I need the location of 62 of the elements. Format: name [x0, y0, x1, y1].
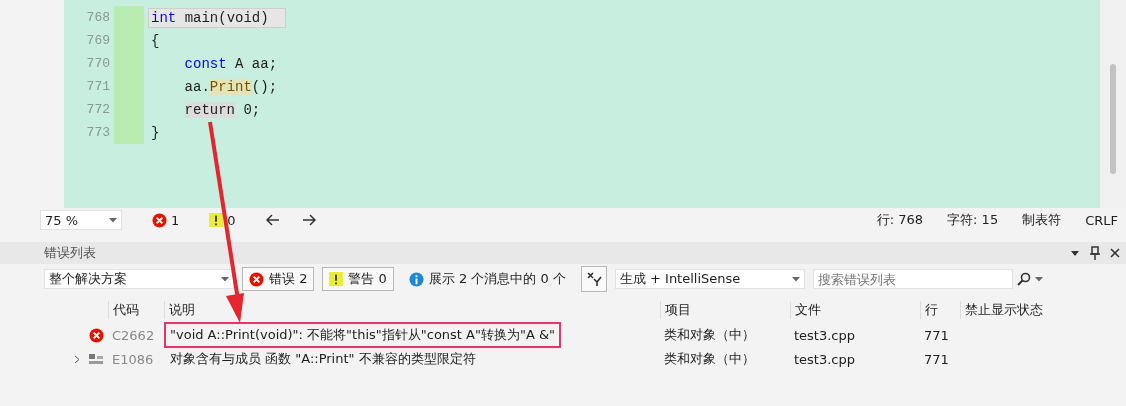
line-number: 773 — [85, 125, 110, 140]
table-cell-text: 类和对象（中） — [663, 326, 756, 344]
table-cell-text: 类和对象（中） — [663, 350, 756, 368]
filter-button[interactable]: 错误 2 — [242, 267, 315, 291]
forward-arrow-icon[interactable] — [301, 214, 316, 226]
pin-icon[interactable] — [1090, 246, 1100, 260]
warning-count[interactable]: 0 — [227, 212, 236, 228]
char-position: 字符: 15 — [947, 211, 999, 229]
column-header[interactable]: 代码 — [108, 301, 164, 319]
source-dropdown[interactable]: 生成 + IntelliSense — [614, 269, 805, 289]
table-cell: "void A::Print(void)": 不能将"this"指针从"const A"转换为"A &" — [164, 322, 562, 348]
line-number: 768 — [85, 10, 110, 25]
line-ending: CRLF — [1085, 212, 1118, 228]
code-line: } — [150, 123, 161, 143]
change-marker — [114, 6, 144, 29]
scope-dropdown[interactable]: 整个解决方案 — [44, 269, 234, 289]
panel-title: 错误列表 — [44, 244, 96, 262]
table-cell-text: 对象含有与成员 函数 "A::Print" 不兼容的类型限定符 — [169, 350, 477, 368]
column-header[interactable]: 项目 — [660, 301, 790, 319]
back-arrow-icon[interactable] — [265, 214, 280, 226]
table-cell-text: 771 — [923, 351, 950, 367]
error-icon — [152, 212, 167, 228]
filter-button[interactable]: 展示 2 个消息中的 0 个 — [401, 267, 573, 291]
caret-icon[interactable] — [791, 276, 800, 282]
change-marker — [114, 121, 144, 144]
table-cell-text: C2662 — [111, 327, 156, 343]
filter-button[interactable]: 警告 0 — [322, 267, 394, 291]
table-cell-text: 771 — [923, 327, 950, 343]
warning-icon — [209, 213, 224, 227]
column-header[interactable]: 行 — [920, 301, 960, 319]
column-header[interactable]: 禁止显示状态 — [960, 301, 1100, 319]
filter-toggle-button[interactable] — [580, 266, 607, 292]
caret-icon[interactable] — [109, 217, 117, 223]
table-cell-text: test3.cpp — [793, 327, 857, 343]
error-icon — [89, 327, 104, 343]
line-number: 770 — [85, 56, 110, 71]
filter-icon — [585, 271, 602, 287]
code-area[interactable]: 768 int main(void) 769 { 770 const A aa; 771 aa.Print(); 772 return 0; 773 } — [64, 0, 1100, 208]
line-number: 769 — [85, 33, 110, 48]
tool-icon — [88, 352, 104, 366]
column-header[interactable]: 文件 — [790, 301, 920, 319]
table-cell-text: E1086 — [111, 351, 155, 367]
search-field[interactable]: 搜索错误列表 — [812, 269, 1013, 289]
error-count[interactable]: 1 — [171, 212, 180, 228]
dropdown-icon[interactable] — [1070, 249, 1080, 257]
code-line: { — [150, 31, 161, 51]
caret-icon[interactable] — [221, 276, 229, 282]
code-line: aa.Print(); — [183, 77, 279, 97]
line-position: 行: 768 — [876, 211, 924, 229]
code-line: const A aa; — [183, 54, 279, 74]
table-cell-text: test3.cpp — [793, 351, 857, 367]
search-icon[interactable] — [1016, 272, 1031, 286]
line-number: 772 — [85, 102, 110, 117]
error-icon — [249, 271, 264, 287]
zoom-dropdown[interactable]: 75 % — [40, 210, 122, 230]
warning-icon — [329, 272, 344, 286]
close-icon[interactable] — [1110, 248, 1120, 258]
caret-icon[interactable] — [1034, 276, 1043, 282]
indent-mode: 制表符 — [1022, 211, 1062, 229]
line-number: 771 — [85, 79, 110, 94]
expand-icon[interactable] — [74, 354, 80, 364]
info-icon — [408, 271, 424, 287]
